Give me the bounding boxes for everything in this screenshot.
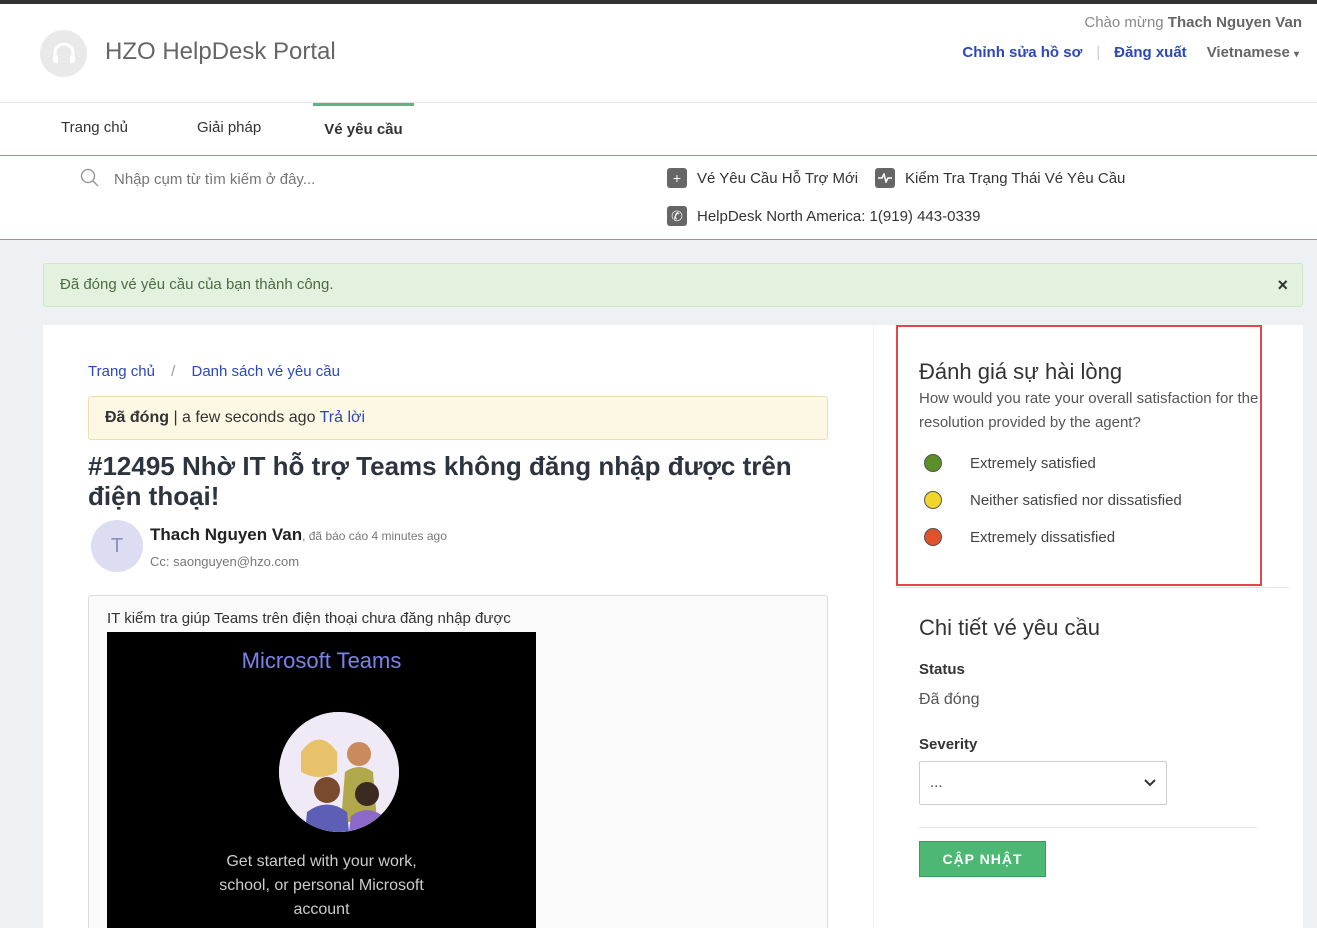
tab-home[interactable]: Trang chủ xyxy=(61,103,128,155)
side-panel: Đánh giá sự hài lòng How would you rate … xyxy=(874,325,1303,928)
breadcrumb-separator: / xyxy=(171,363,176,380)
caret-down-icon: ▾ xyxy=(1293,49,1299,60)
screenshot-caption: Get started with your work, school, or p… xyxy=(219,853,424,918)
close-icon[interactable]: × xyxy=(1277,264,1288,306)
check-status-link[interactable]: Kiểm Tra Trạng Thái Vé Yêu Cầu xyxy=(875,168,1125,188)
rating-option-satisfied[interactable]: Extremely satisfied xyxy=(924,454,1096,472)
yellow-dot-icon xyxy=(924,491,942,509)
language-label: Vietnamese xyxy=(1206,44,1290,61)
reporter-line: Thach Nguyen Van, đã báo cáo 4 minutes a… xyxy=(150,525,447,545)
rating-option-label: Neither satisfied nor dissatisfied xyxy=(970,491,1182,509)
logout-link[interactable]: Đăng xuất xyxy=(1114,44,1187,61)
phone-info: ✆ HelpDesk North America: 1(919) 443-033… xyxy=(667,206,980,226)
alert-message: Đã đóng vé yêu cầu của bạn thành công. xyxy=(60,276,334,293)
divider xyxy=(896,587,1289,588)
welcome-text: Chào mừng Thach Nguyen Van xyxy=(1084,14,1302,31)
ticket-status-box: Đã đóng | a few seconds ago Trả lời xyxy=(88,396,828,440)
reply-link[interactable]: Trả lời xyxy=(320,409,365,426)
breadcrumb-ticket-list[interactable]: Danh sách vé yêu cầu xyxy=(192,363,340,380)
edit-profile-link[interactable]: Chỉnh sửa hồ sơ xyxy=(962,44,1082,61)
ticket-time: a few seconds ago xyxy=(182,409,316,426)
attached-screenshot[interactable]: Microsoft Teams Get started with your wo… xyxy=(107,632,536,928)
ticket-title: #12495 Nhờ IT hỗ trợ Teams không đăng nh… xyxy=(88,451,792,511)
status-label: Status xyxy=(919,661,965,678)
header-links: Chỉnh sửa hồ sơ | Đăng xuất Vietnamese ▾ xyxy=(962,44,1299,61)
check-status-label: Kiểm Tra Trạng Thái Vé Yêu Cầu xyxy=(905,169,1126,187)
search-input[interactable] xyxy=(80,168,640,190)
severity-select[interactable]: ... xyxy=(919,761,1167,805)
people-illustration xyxy=(279,712,399,832)
tab-solutions[interactable]: Giải pháp xyxy=(197,103,261,155)
welcome-prefix: Chào mừng xyxy=(1084,14,1164,31)
message-box: IT kiểm tra giúp Teams trên điện thoại c… xyxy=(88,595,828,928)
headset-icon[interactable] xyxy=(40,30,87,77)
success-alert: Đã đóng vé yêu cầu của bạn thành công. × xyxy=(43,263,1303,307)
severity-label: Severity xyxy=(919,736,978,753)
screenshot-app-title: Microsoft Teams xyxy=(241,648,402,673)
new-ticket-label: Vé Yêu Cầu Hỗ Trợ Mới xyxy=(697,169,859,187)
language-dropdown[interactable]: Vietnamese ▾ xyxy=(1207,44,1299,61)
phone-label: HelpDesk North America: 1(919) 443-0339 xyxy=(697,207,981,225)
chevron-down-icon xyxy=(1144,762,1156,821)
rating-option-dissatisfied[interactable]: Extremely dissatisfied xyxy=(924,528,1115,546)
reporter-name: Thach Nguyen Van xyxy=(150,525,303,544)
rating-title: Đánh giá sự hài lòng xyxy=(919,359,1123,384)
divider xyxy=(919,827,1257,828)
cc-line: Cc: saonguyen@hzo.com xyxy=(150,554,300,569)
message-text: IT kiểm tra giúp Teams trên điện thoại c… xyxy=(107,610,511,627)
details-title: Chi tiết vé yêu cầu xyxy=(919,615,1100,640)
header: HZO HelpDesk Portal Chào mừng Thach Nguy… xyxy=(0,4,1317,103)
tab-tickets[interactable]: Vé yêu cầu xyxy=(313,103,414,155)
status-value: Đã đóng xyxy=(919,691,980,708)
avatar: T xyxy=(91,520,143,572)
rating-option-neutral[interactable]: Neither satisfied nor dissatisfied xyxy=(924,491,1182,509)
breadcrumb: Trang chủ / Danh sách vé yêu cầu xyxy=(88,363,340,380)
main-nav: Trang chủ Giải pháp Vé yêu cầu xyxy=(0,103,1317,156)
breadcrumb-home[interactable]: Trang chủ xyxy=(88,363,155,380)
user-name: Thach Nguyen Van xyxy=(1167,14,1302,31)
plus-icon: + xyxy=(667,168,687,188)
rating-question: How would you rate your overall satisfac… xyxy=(919,390,1259,431)
update-button[interactable]: CẬP NHẬT xyxy=(919,841,1046,877)
ticket-panel: Trang chủ / Danh sách vé yêu cầu Đã đóng… xyxy=(43,325,873,928)
link-separator: | xyxy=(1096,44,1101,61)
rating-option-label: Extremely satisfied xyxy=(970,454,1096,472)
new-ticket-link[interactable]: + Vé Yêu Cầu Hỗ Trợ Mới xyxy=(667,168,858,188)
green-dot-icon xyxy=(924,454,942,472)
ticket-state: Đã đóng xyxy=(105,409,169,426)
rating-option-label: Extremely dissatisfied xyxy=(970,528,1116,546)
phone-icon: ✆ xyxy=(667,206,687,226)
reported-time: , đã báo cáo 4 minutes ago xyxy=(302,529,447,543)
portal-name[interactable]: HZO HelpDesk Portal xyxy=(105,38,336,66)
red-dot-icon xyxy=(924,528,942,546)
severity-value: ... xyxy=(930,774,943,791)
pulse-icon xyxy=(875,168,895,188)
search-bar: + Vé Yêu Cầu Hỗ Trợ Mới Kiểm Tra Trạng T… xyxy=(0,156,1317,240)
